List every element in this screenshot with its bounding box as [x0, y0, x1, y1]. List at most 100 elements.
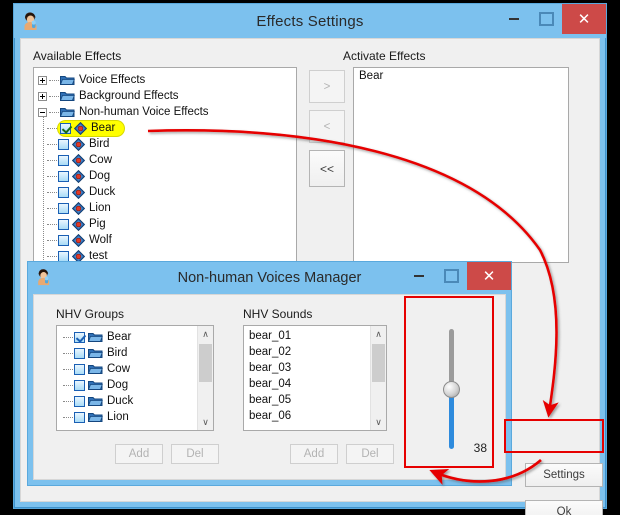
tree-checkbox[interactable] [58, 234, 69, 246]
folder-icon [88, 411, 103, 423]
ok-button[interactable]: Ok [525, 500, 603, 515]
tree-connector [47, 159, 57, 161]
tree-item-bear[interactable]: Bear [38, 120, 296, 136]
nhv-group-item-duck[interactable]: Duck [61, 393, 198, 409]
child-minimize-button[interactable] [403, 262, 435, 290]
tree-connector [63, 384, 73, 386]
tree-item-wolf[interactable]: Wolf [38, 232, 296, 248]
sounds-scroll-thumb[interactable] [372, 344, 385, 382]
tree-checkbox[interactable] [58, 202, 69, 214]
nhv-group-checkbox[interactable] [74, 331, 85, 343]
child-maximize-button[interactable] [435, 262, 467, 290]
scroll-down-icon[interactable]: ∨ [198, 414, 213, 430]
move-all-left-button[interactable]: << [309, 150, 345, 187]
tree-item-voice-effects[interactable]: Voice Effects [38, 72, 296, 88]
tree-item-label: Dog [89, 170, 111, 182]
tree-item-bird[interactable]: Bird [38, 136, 296, 152]
nhv-group-checkbox[interactable] [74, 411, 85, 423]
tree-connector [47, 191, 57, 193]
minimize-button[interactable] [498, 4, 530, 34]
groups-add-button[interactable]: Add [115, 444, 163, 464]
maximize-button[interactable] [530, 4, 562, 34]
nhv-sound-item[interactable]: bear_04 [244, 376, 371, 392]
tree-expander-plus-icon[interactable] [38, 91, 47, 101]
nhv-group-checkbox[interactable] [74, 347, 85, 359]
tree-item-label: Cow [89, 154, 113, 166]
tree-expander-plus-icon[interactable] [38, 75, 47, 85]
nhv-group-item-lion[interactable]: Lion [61, 409, 198, 425]
nhv-group-item-bear[interactable]: Bear [61, 329, 198, 345]
groups-del-button[interactable]: Del [171, 444, 219, 464]
folder-icon [60, 106, 75, 118]
tree-connector [47, 223, 57, 225]
tree-item-duck[interactable]: Duck [38, 184, 296, 200]
tree-item-dog[interactable]: Dog [38, 168, 296, 184]
move-left-button[interactable]: < [309, 110, 345, 143]
gem-icon [71, 153, 86, 167]
tree-item-lion[interactable]: Lion [38, 200, 296, 216]
child-client-area: NHV Groups NHV Sounds Threshold BearBird… [33, 294, 506, 480]
tree-connector [63, 352, 73, 354]
nhv-group-label: Cow [107, 363, 131, 375]
threshold-slider-handle[interactable] [443, 381, 460, 398]
nhv-group-checkbox[interactable] [74, 379, 85, 391]
settings-button[interactable]: Settings [525, 463, 603, 487]
child-close-icon[interactable] [467, 262, 511, 290]
scroll-up-icon[interactable]: ∧ [371, 326, 386, 342]
nhv-group-checkbox[interactable] [74, 395, 85, 407]
nhv-manager-window: Non-human Voices Manager NHV Groups NHV … [27, 261, 512, 486]
activate-effects-label: Activate Effects [343, 49, 426, 63]
nhv-group-label: Duck [107, 395, 134, 407]
groups-scrollbar[interactable]: ∧ ∨ [197, 326, 213, 430]
sounds-del-button[interactable]: Del [346, 444, 394, 464]
gem-icon [71, 233, 86, 247]
nhv-sound-item[interactable]: bear_06 [244, 408, 371, 424]
nhv-group-item-dog[interactable]: Dog [61, 377, 198, 393]
close-icon[interactable] [562, 4, 606, 34]
nhv-groups-list[interactable]: Bear Bird Cow Dog Duck Lion ∧ ∨ [56, 325, 214, 431]
tree-item-label: Non-human Voice Effects [79, 106, 209, 118]
tree-item-label: Bird [89, 138, 110, 150]
tree-connector [49, 111, 59, 113]
nhv-group-item-bird[interactable]: Bird [61, 345, 198, 361]
sounds-add-button[interactable]: Add [290, 444, 338, 464]
tree-item-label: Lion [89, 202, 111, 214]
tree-item-non-human-voice-effects[interactable]: Non-human Voice Effects [38, 104, 296, 120]
folder-icon [88, 347, 103, 359]
tree-checkbox[interactable] [58, 186, 69, 198]
folder-icon [88, 379, 103, 391]
available-effects-tree[interactable]: Voice Effects Background Effects Non-human… [33, 67, 297, 263]
sounds-scrollbar[interactable]: ∧ ∨ [370, 326, 386, 430]
gem-icon [71, 185, 86, 199]
tree-checkbox[interactable] [58, 250, 69, 262]
tree-checkbox[interactable] [60, 122, 71, 134]
tree-item-pig[interactable]: Pig [38, 216, 296, 232]
nhv-sound-item[interactable]: bear_01 [244, 328, 371, 344]
nhv-sound-item[interactable]: bear_02 [244, 344, 371, 360]
tree-item-cow[interactable]: Cow [38, 152, 296, 168]
tree-checkbox[interactable] [58, 170, 69, 182]
groups-scroll-thumb[interactable] [199, 344, 212, 382]
nhv-group-item-cow[interactable]: Cow [61, 361, 198, 377]
scroll-up-icon[interactable]: ∧ [198, 326, 213, 342]
nhv-group-checkbox[interactable] [74, 363, 85, 375]
activate-effects-list[interactable]: Bear [353, 67, 569, 263]
nhv-sound-item[interactable]: bear_03 [244, 360, 371, 376]
child-window-controls [403, 262, 511, 290]
tree-item-label: Background Effects [79, 90, 179, 102]
move-right-button[interactable]: > [309, 70, 345, 103]
tree-checkbox[interactable] [58, 154, 69, 166]
nhv-sounds-list[interactable]: bear_01 bear_02 bear_03 bear_04 bear_05 bear_… [243, 325, 387, 431]
gem-icon [71, 169, 86, 183]
scroll-down-icon[interactable]: ∨ [371, 414, 386, 430]
folder-icon [60, 90, 75, 102]
tree-item-background-effects[interactable]: Background Effects [38, 88, 296, 104]
tree-connector [49, 95, 59, 97]
list-item[interactable]: Bear [354, 68, 568, 84]
tree-checkbox[interactable] [58, 218, 69, 230]
nhv-sound-item[interactable]: bear_05 [244, 392, 371, 408]
tree-checkbox[interactable] [58, 138, 69, 150]
app-person-mic-icon [21, 10, 43, 32]
folder-icon [88, 331, 103, 343]
folder-icon [88, 363, 103, 375]
